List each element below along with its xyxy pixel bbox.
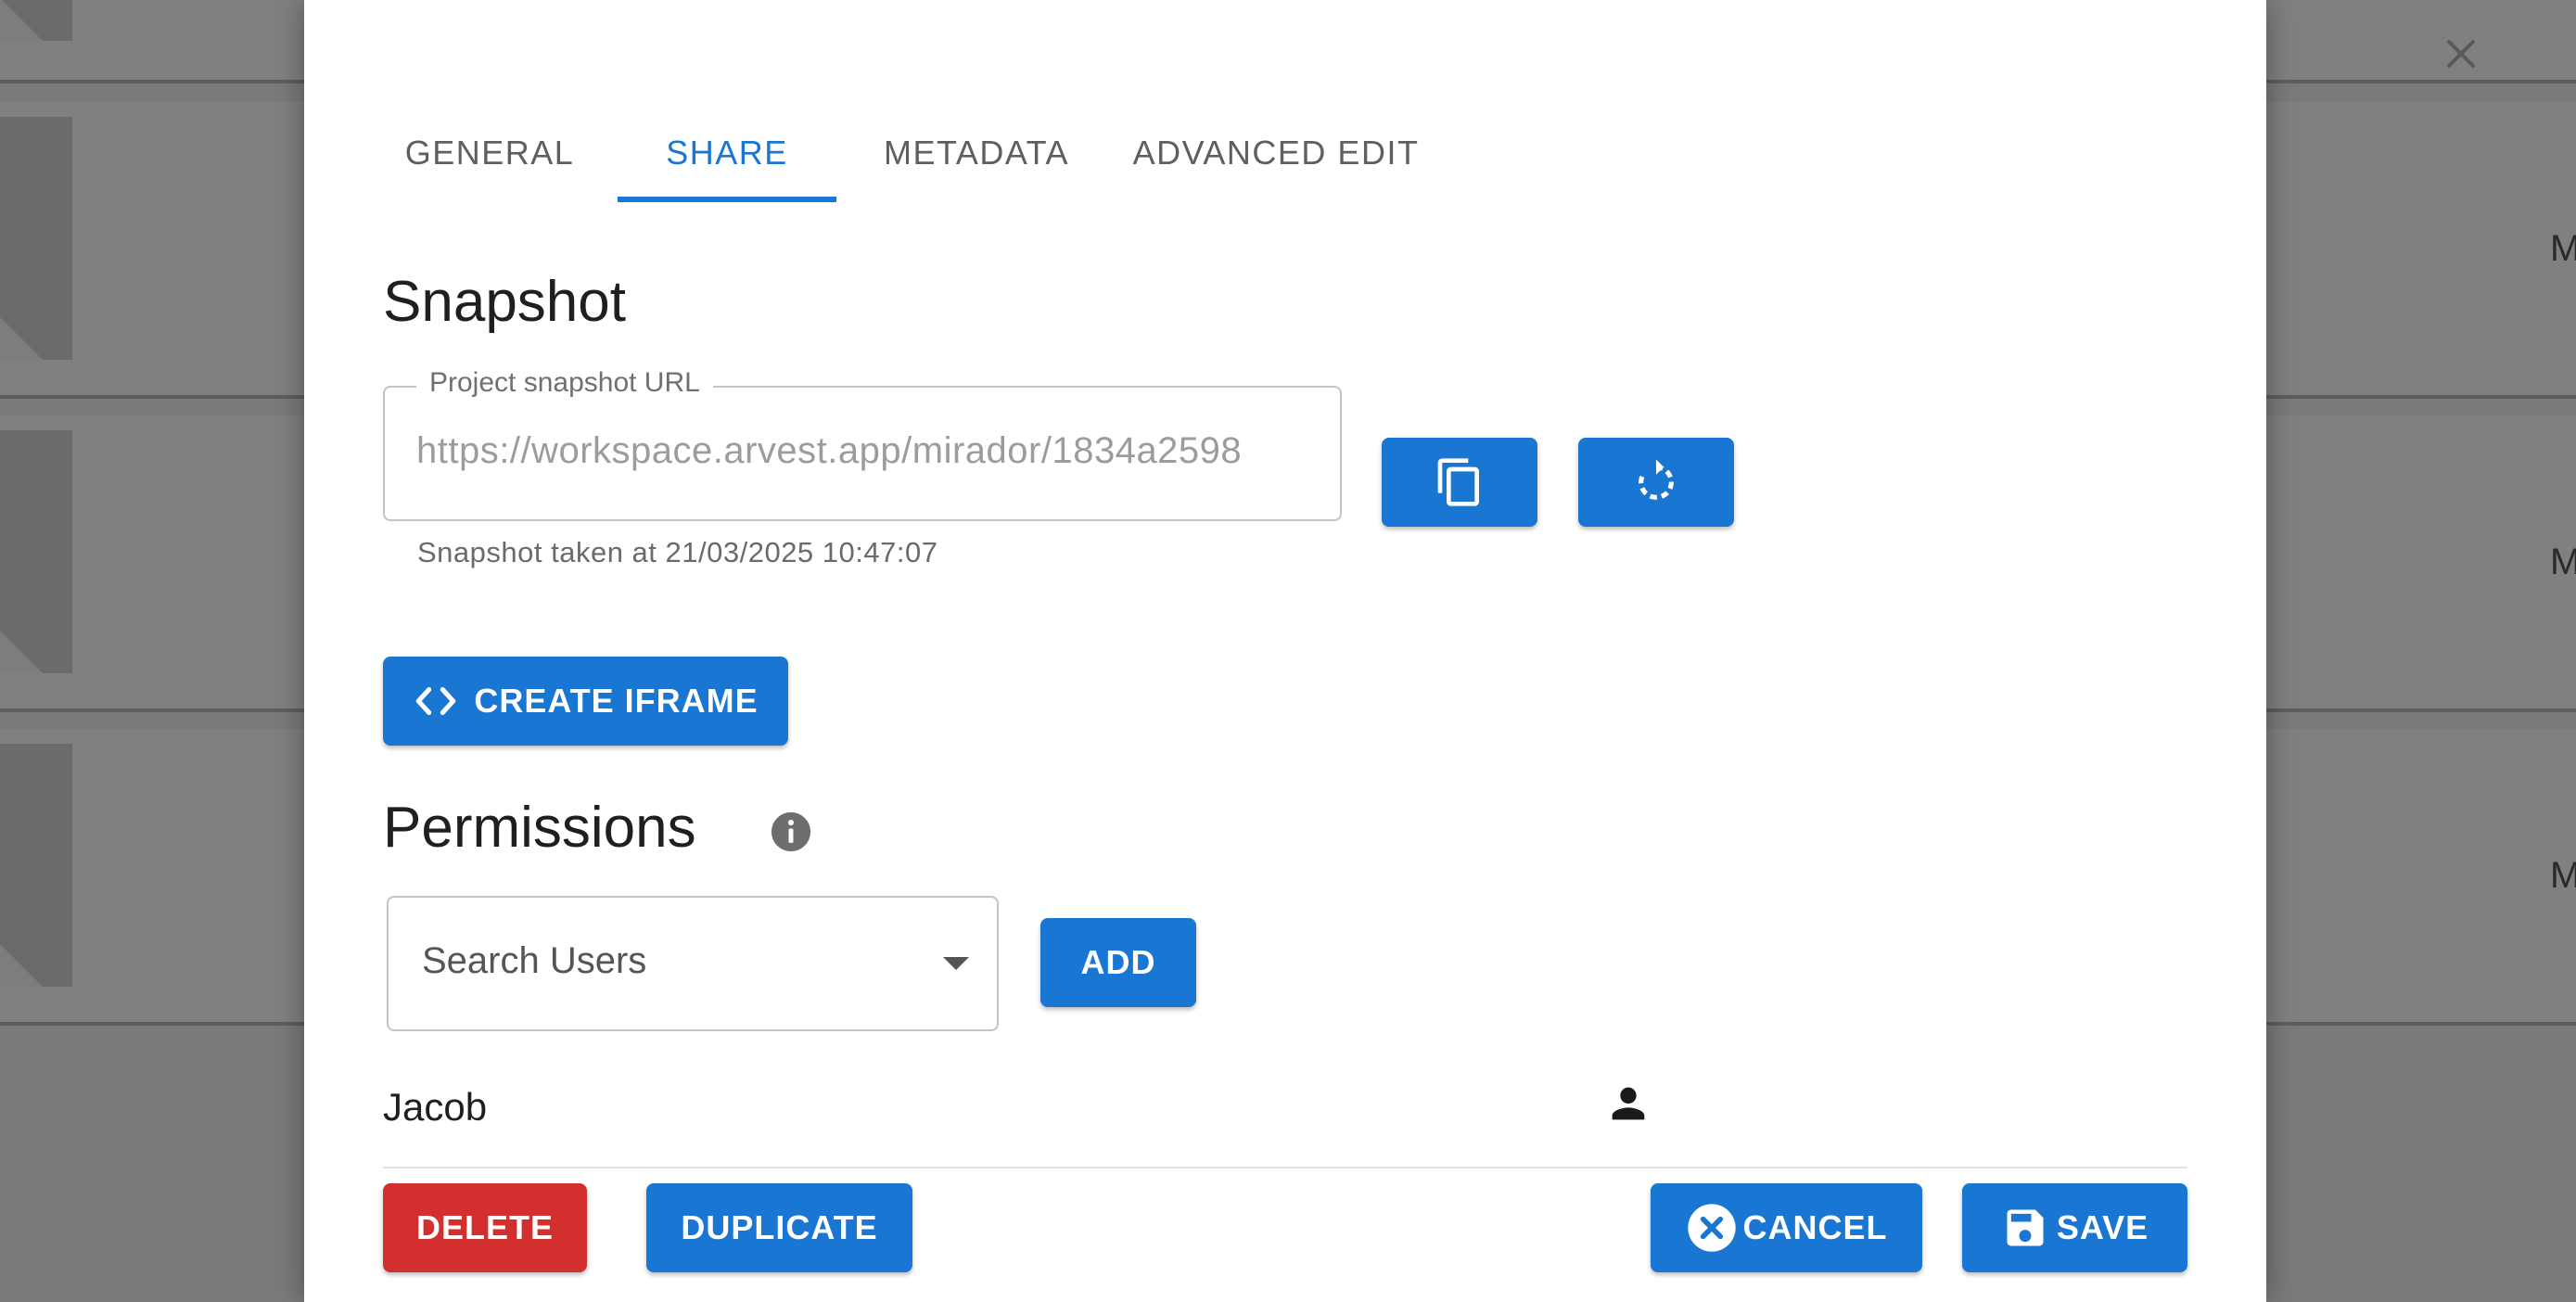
row-text: M: [2550, 542, 2576, 582]
code-icon: [416, 687, 456, 715]
create-iframe-label: CREATE IFRAME: [474, 682, 759, 720]
snapshot-url-label: Project snapshot URL: [416, 367, 713, 399]
permissions-heading: Permissions: [383, 796, 696, 860]
delete-button[interactable]: DELETE: [383, 1183, 587, 1272]
search-users-input[interactable]: [422, 940, 904, 982]
tab-metadata[interactable]: METADATA: [851, 102, 1102, 204]
copy-url-button[interactable]: [1382, 438, 1537, 527]
tab-label: GENERAL: [404, 134, 575, 172]
thumbnail-image: [0, 430, 72, 673]
row-text: M: [2550, 855, 2576, 896]
divider: [383, 1167, 2187, 1168]
person-icon: [1604, 1079, 1652, 1128]
refresh-snapshot-button[interactable]: [1578, 438, 1734, 527]
add-user-label: ADD: [1080, 943, 1156, 981]
copy-icon: [1437, 458, 1479, 506]
close-button[interactable]: [2428, 20, 2494, 87]
dropdown-arrow-icon[interactable]: [943, 957, 969, 970]
tab-label: ADVANCED EDIT: [1132, 134, 1420, 172]
save-icon: [2007, 1209, 2044, 1246]
add-user-button[interactable]: ADD: [1040, 918, 1196, 1007]
thumbnail-image: [0, 744, 72, 987]
duplicate-label: DUPLICATE: [681, 1208, 878, 1246]
tab-advanced-edit[interactable]: ADVANCED EDIT: [1118, 102, 1434, 204]
search-users-field[interactable]: [387, 896, 999, 1031]
delete-label: DELETE: [415, 1208, 554, 1246]
save-button[interactable]: SAVE: [1962, 1183, 2187, 1272]
cancel-button[interactable]: CANCEL: [1651, 1183, 1922, 1272]
project-settings-dialog: GENERAL SHARE METADATA ADVANCED EDIT: [304, 0, 2475, 1302]
active-tab-indicator: [618, 197, 836, 202]
close-icon: [2447, 40, 2475, 68]
thumbnail-image: [0, 117, 72, 360]
create-iframe-button[interactable]: CREATE IFRAME: [383, 657, 788, 746]
tab-label: SHARE: [666, 134, 788, 172]
cancel-icon: [1687, 1204, 1736, 1252]
thumbnail-image: [0, 0, 72, 41]
info-icon[interactable]: [770, 811, 812, 853]
tab-share[interactable]: SHARE: [618, 102, 836, 204]
duplicate-button[interactable]: DUPLICATE: [646, 1183, 912, 1272]
snapshot-url-field[interactable]: Project snapshot URL: [383, 367, 1342, 521]
cancel-label: CANCEL: [1742, 1208, 1888, 1246]
refresh-icon: [1639, 459, 1674, 500]
user-name: Jacob: [383, 1085, 488, 1129]
tab-general[interactable]: GENERAL: [378, 102, 601, 204]
save-label: SAVE: [2056, 1208, 2149, 1246]
snapshot-url-input[interactable]: [416, 430, 1307, 472]
row-text: M: [2550, 228, 2576, 269]
tab-label: METADATA: [884, 134, 1069, 172]
snapshot-timestamp: Snapshot taken at 21/03/2025 10:47:07: [417, 536, 938, 568]
snapshot-heading: Snapshot: [383, 270, 626, 334]
